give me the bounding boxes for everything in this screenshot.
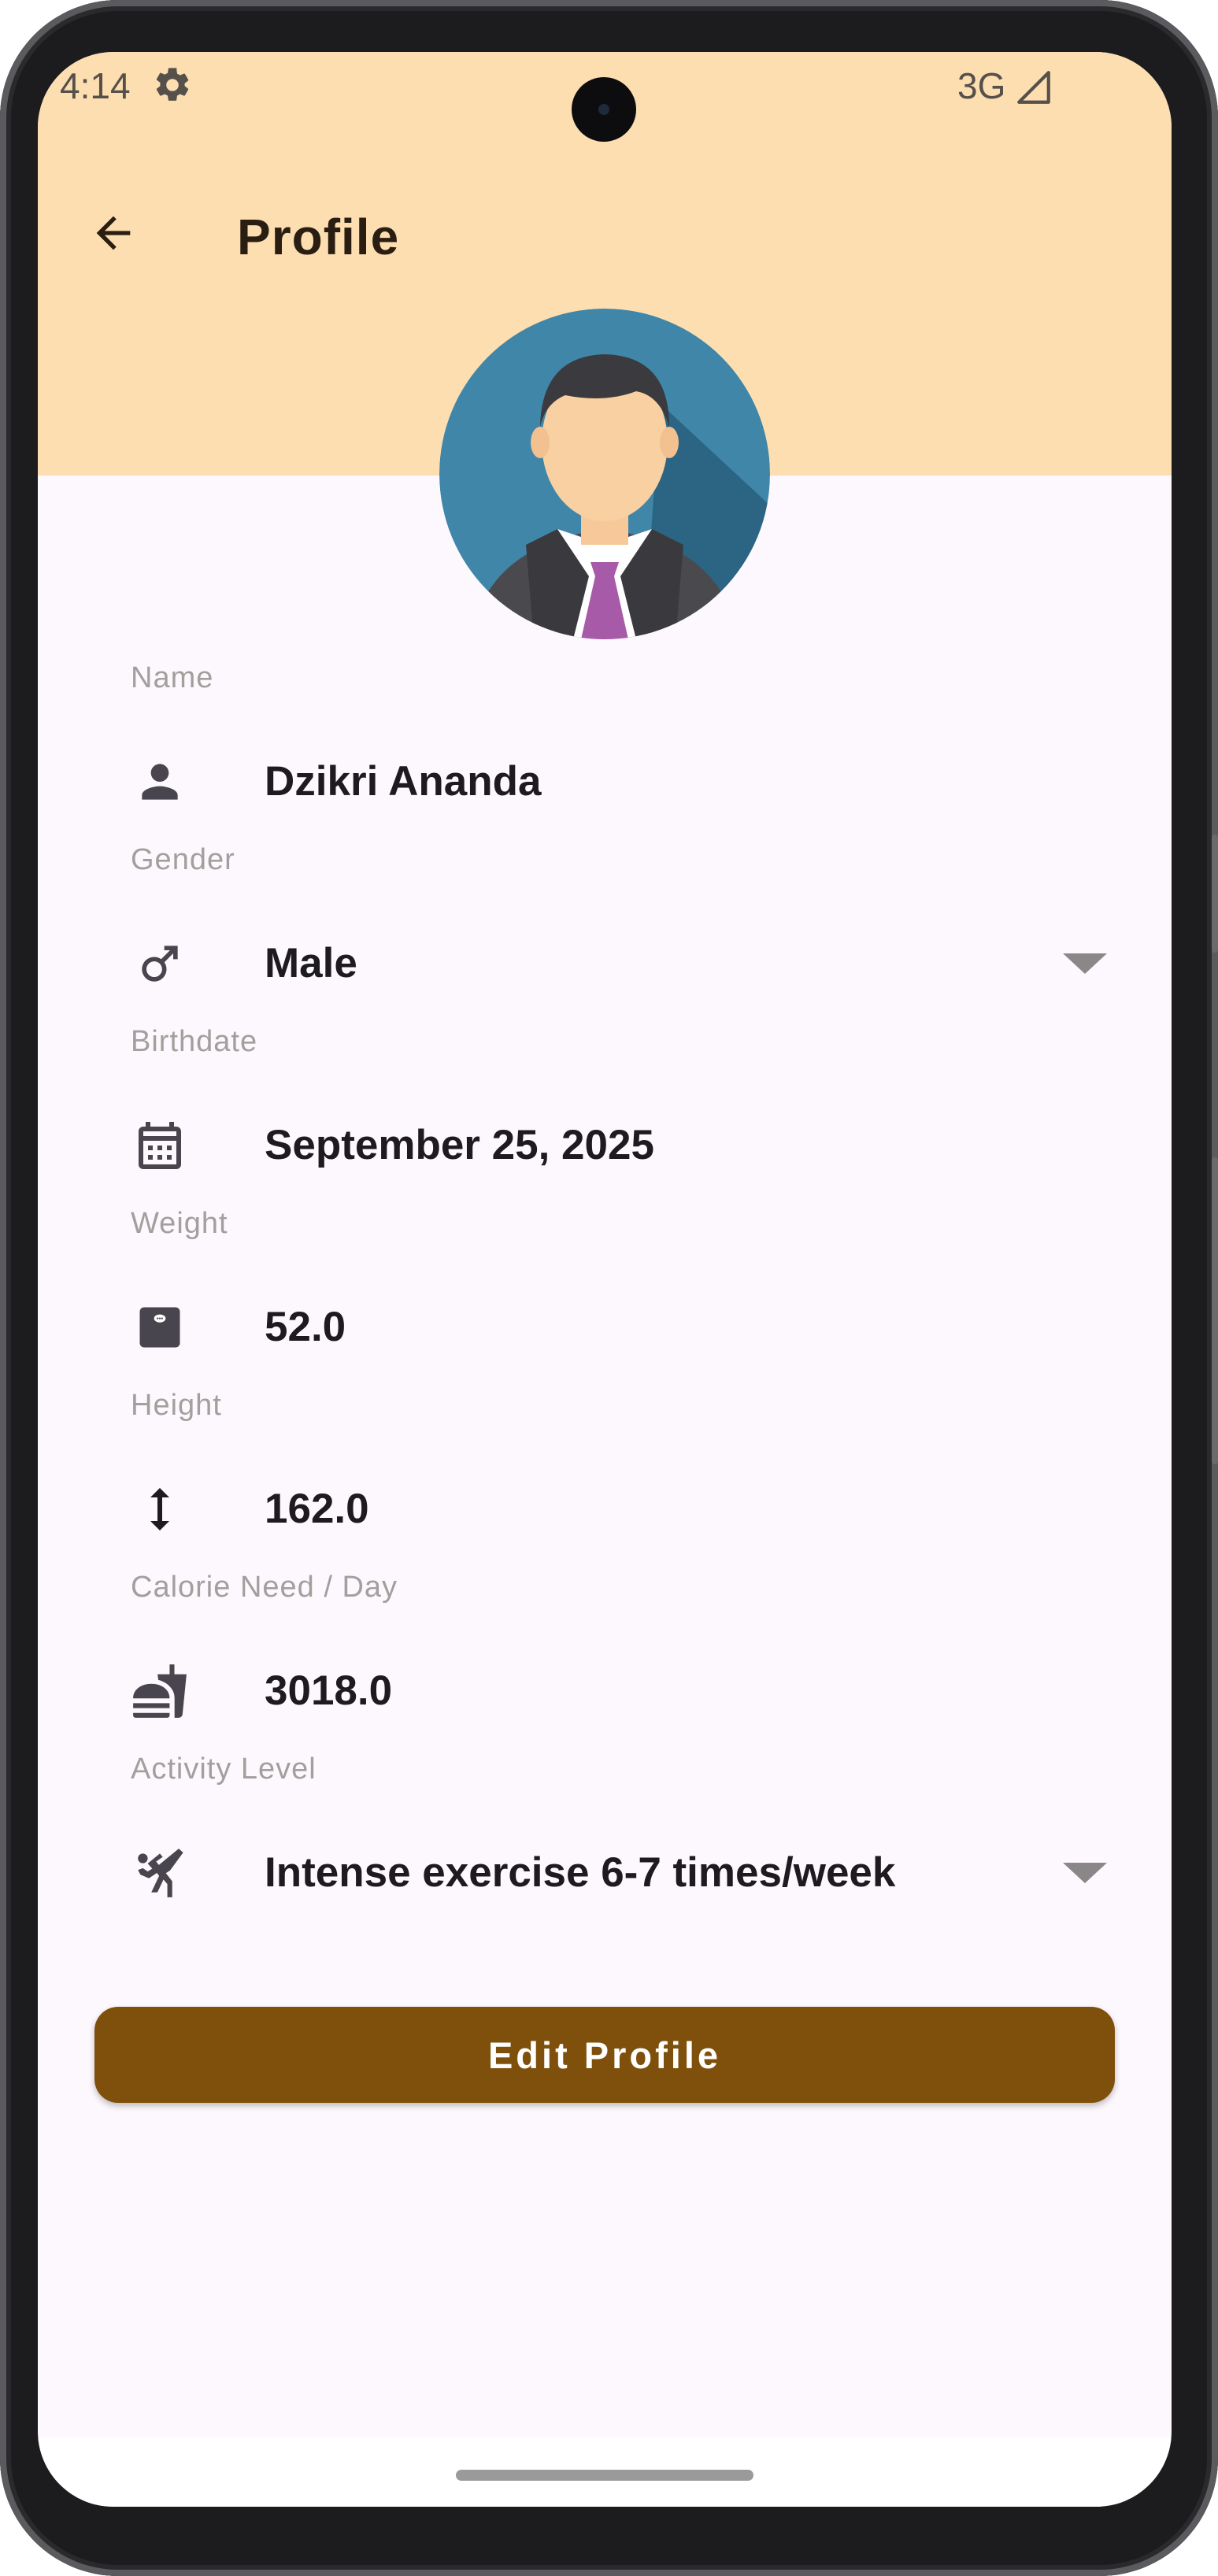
name-label: Name — [131, 661, 214, 694]
arrow-back-icon — [96, 216, 131, 250]
dropdown-arrow-icon — [1063, 1863, 1107, 1883]
power-button — [1212, 1157, 1218, 1464]
sports-martial-arts-icon — [131, 1844, 189, 1902]
height-field[interactable]: 162.0 — [131, 1464, 1107, 1551]
height-label: Height — [131, 1389, 222, 1422]
height-value: 162.0 — [265, 1486, 369, 1532]
network-type: 3G — [957, 65, 1006, 106]
gender-dropdown[interactable]: Male — [131, 919, 1107, 1005]
name-value: Dzikri Ananda — [265, 758, 542, 805]
back-button[interactable] — [82, 202, 145, 265]
status-time: 4:14 — [60, 65, 131, 106]
calorie-value: 3018.0 — [265, 1667, 393, 1714]
avatar — [439, 309, 770, 639]
weight-field[interactable]: 52.0 — [131, 1282, 1107, 1369]
gender-label: Gender — [131, 843, 235, 876]
weight-label: Weight — [131, 1207, 228, 1240]
signal-icon — [1017, 71, 1050, 104]
activity-level-value: Intense exercise 6-7 times/week — [265, 1849, 896, 1896]
fastfood-icon — [131, 1662, 189, 1720]
gear-icon — [156, 68, 189, 101]
front-camera — [572, 77, 636, 142]
phone-frame: 4:14 3G Profile Name Dzikri Ananda Gende… — [0, 0, 1218, 2576]
page-title: Profile — [237, 209, 400, 265]
male-icon — [131, 935, 189, 993]
birthdate-label: Birthdate — [131, 1025, 258, 1058]
calendar-icon — [131, 1116, 189, 1175]
home-indicator[interactable] — [456, 2470, 753, 2481]
gender-value: Male — [265, 940, 357, 986]
activity-level-dropdown[interactable]: Intense exercise 6-7 times/week — [131, 1828, 1107, 1915]
app-bar: Profile — [38, 178, 1172, 288]
edit-profile-button[interactable]: Edit Profile — [94, 2007, 1115, 2103]
weight-value: 52.0 — [265, 1304, 346, 1350]
calorie-label: Calorie Need / Day — [131, 1571, 398, 1604]
birthdate-value: September 25, 2025 — [265, 1122, 654, 1168]
activity-level-label: Activity Level — [131, 1752, 317, 1786]
scale-icon — [131, 1298, 189, 1356]
person-icon — [131, 753, 189, 811]
volume-button — [1212, 835, 1218, 953]
birthdate-field[interactable]: September 25, 2025 — [131, 1101, 1107, 1187]
height-icon — [131, 1480, 189, 1538]
dropdown-arrow-icon — [1063, 953, 1107, 974]
calorie-field[interactable]: 3018.0 — [131, 1646, 1107, 1733]
name-field[interactable]: Dzikri Ananda — [131, 737, 1107, 824]
screen: 4:14 3G Profile Name Dzikri Ananda Gende… — [38, 52, 1172, 2507]
status-bar: 4:14 3G — [38, 52, 1172, 142]
